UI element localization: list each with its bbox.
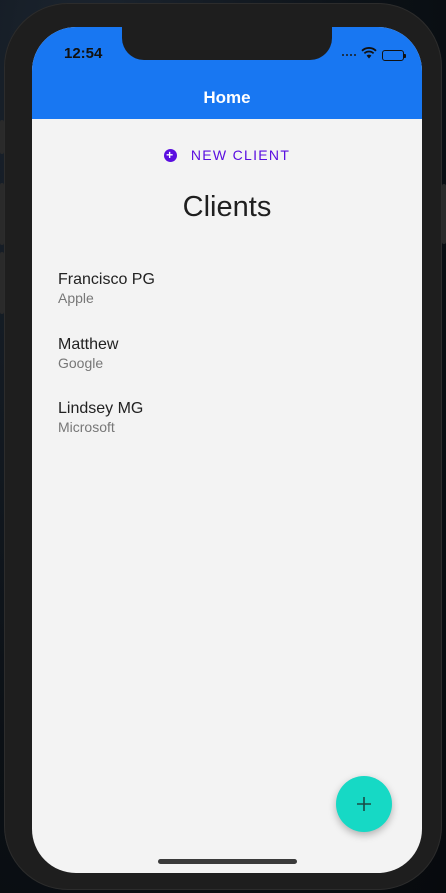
- notch: [122, 27, 332, 60]
- clients-heading: Clients: [182, 191, 272, 223]
- add-client-fab[interactable]: [336, 776, 392, 832]
- client-list-item[interactable]: Lindsey MG Microsoft: [58, 399, 388, 464]
- home-indicator: [158, 859, 297, 864]
- app-screen: 12:54 Home + NEW CLIENT Clients Francisc…: [32, 27, 422, 873]
- status-icons: [342, 46, 406, 64]
- volume-up-button: [0, 183, 4, 245]
- phone-frame: 12:54 Home + NEW CLIENT Clients Francisc…: [0, 3, 446, 890]
- power-button: [442, 184, 446, 244]
- plus-icon: [357, 797, 371, 811]
- client-list: Francisco PG Apple Matthew Google Lindse…: [58, 270, 388, 464]
- wifi-icon: [361, 46, 377, 64]
- client-name: Matthew: [58, 335, 119, 353]
- client-name: Francisco PG: [58, 271, 155, 288]
- client-list-item[interactable]: Francisco PG Apple: [58, 270, 388, 335]
- navigation-bar: 12:54 Home: [32, 27, 422, 119]
- battery-icon: [382, 49, 406, 61]
- silent-switch: [0, 120, 4, 154]
- plus-circle-icon: +: [163, 148, 177, 162]
- client-name: Lindsey MG: [58, 400, 144, 417]
- client-company: Google: [58, 354, 104, 371]
- page-title: Home: [203, 88, 251, 107]
- status-time: 12:54: [64, 45, 103, 62]
- client-company: Microsoft: [58, 419, 115, 435]
- new-client-button[interactable]: + NEW CLIENT: [32, 147, 422, 163]
- signal-icon: [342, 54, 356, 56]
- client-company: Apple: [58, 290, 94, 306]
- client-list-item[interactable]: Matthew Google: [58, 335, 388, 400]
- new-client-label: NEW CLIENT: [190, 147, 291, 163]
- volume-down-button: [0, 252, 4, 314]
